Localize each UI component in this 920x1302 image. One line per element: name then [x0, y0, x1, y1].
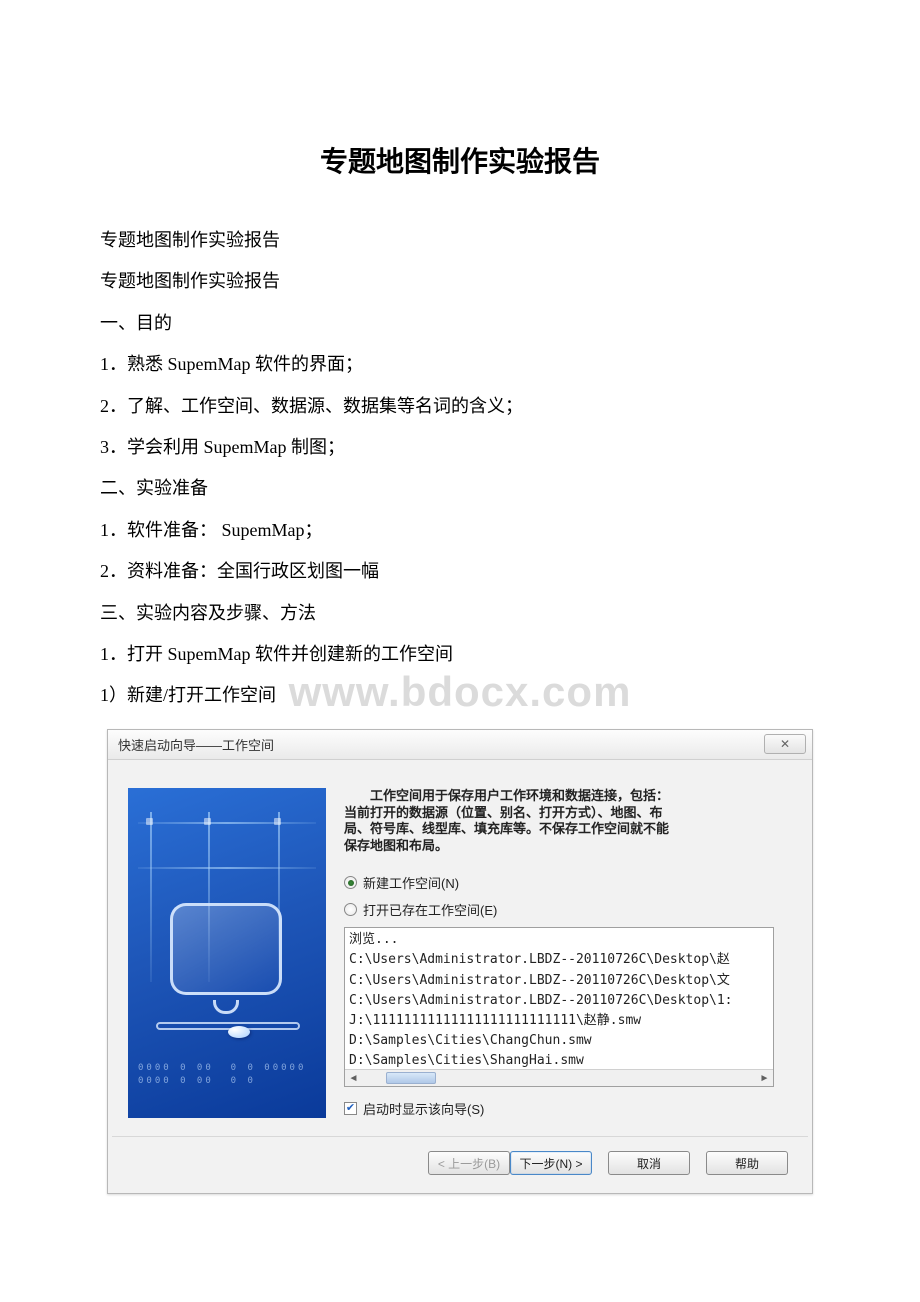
- dialog-titlebar[interactable]: 快速启动向导——工作空间 ✕: [108, 730, 812, 760]
- monitor-icon: [170, 903, 282, 995]
- body-line: 1．熟悉 SupemMap 软件的界面；: [100, 344, 820, 385]
- close-button[interactable]: ✕: [764, 734, 806, 754]
- list-item[interactable]: 浏览...: [349, 930, 769, 950]
- monitor-base-icon: [156, 1022, 300, 1030]
- list-item[interactable]: C:\Users\Administrator.LBDZ--20110726C\D…: [349, 950, 769, 970]
- close-icon: ✕: [780, 737, 790, 751]
- scroll-track[interactable]: [362, 1070, 756, 1086]
- wizard-dialog: 快速启动向导——工作空间 ✕: [107, 729, 813, 1195]
- cancel-button[interactable]: 取消: [608, 1151, 690, 1175]
- desc-part: 当前打开的数据源（位置、别名、打开方式）、地图、布: [344, 805, 663, 820]
- checkbox-label: 启动时显示该向导(S): [363, 1099, 484, 1118]
- dialog-container: 快速启动向导——工作空间 ✕: [100, 729, 820, 1195]
- radio-new-workspace[interactable]: 新建工作空间(N): [344, 873, 792, 892]
- wizard-illustration: 0000 0 00 0 0 000000000 0 00 0 0: [128, 788, 326, 1118]
- body-line: 1）新建/打开工作空间: [100, 675, 820, 716]
- body-line: 专题地图制作实验报告: [100, 220, 820, 261]
- keyboard-pattern: 0000 0 00 0 0 000000000 0 00 0 0: [138, 1062, 318, 1089]
- list-item[interactable]: D:\Samples\Cities\ShangHai.smw: [349, 1051, 769, 1071]
- body-line: 2．了解、工作空间、数据源、数据集等名词的含义；: [100, 386, 820, 427]
- radio-open-workspace[interactable]: 打开已存在工作空间(E): [344, 900, 792, 919]
- body-line: 2．资料准备：全国行政区划图一幅: [100, 551, 820, 592]
- desc-part: 工作空间用于保存用户工作环境和数据连接，包括：: [370, 788, 669, 803]
- scroll-right-icon[interactable]: ►: [756, 1070, 773, 1087]
- desc-part: 保存地图和布局。: [344, 838, 448, 853]
- radio-label: 新建工作空间(N): [363, 873, 459, 892]
- body-line: 3．学会利用 SupemMap 制图；: [100, 427, 820, 468]
- workspace-listbox[interactable]: 浏览... C:\Users\Administrator.LBDZ--20110…: [344, 927, 774, 1087]
- document-title: 专题地图制作实验报告: [100, 140, 820, 180]
- horizontal-scrollbar[interactable]: ◄ ►: [345, 1069, 773, 1086]
- document-page: www.bdocx.com 专题地图制作实验报告 专题地图制作实验报告 专题地图…: [0, 0, 920, 1254]
- show-wizard-checkbox[interactable]: ✔ 启动时显示该向导(S): [344, 1099, 792, 1118]
- prev-button[interactable]: < 上一步(B): [428, 1151, 510, 1175]
- mouse-icon: [228, 1026, 250, 1038]
- dialog-footer: < 上一步(B) 下一步(N) > 取消 帮助: [108, 1137, 812, 1193]
- monitor-stand-icon: [213, 1000, 239, 1014]
- document-body: 专题地图制作实验报告 专题地图制作实验报告 一、目的 1．熟悉 SupemMap…: [100, 220, 820, 717]
- list-item[interactable]: D:\Samples\Cities\ChangChun.smw: [349, 1031, 769, 1051]
- list-item[interactable]: C:\Users\Administrator.LBDZ--20110726C\D…: [349, 971, 769, 991]
- radio-icon: [344, 903, 357, 916]
- body-line: 二、实验准备: [100, 468, 820, 509]
- listbox-items: 浏览... C:\Users\Administrator.LBDZ--20110…: [345, 928, 773, 1087]
- dialog-body: 0000 0 00 0 0 000000000 0 00 0 0 工作空间用于保…: [108, 760, 812, 1137]
- radio-label: 打开已存在工作空间(E): [363, 900, 497, 919]
- body-line: 专题地图制作实验报告: [100, 261, 820, 302]
- help-button[interactable]: 帮助: [706, 1151, 788, 1175]
- next-button[interactable]: 下一步(N) >: [510, 1151, 592, 1175]
- description-text: 工作空间用于保存用户工作环境和数据连接，包括： 当前打开的数据源（位置、别名、打…: [344, 788, 792, 856]
- radio-icon: [344, 876, 357, 889]
- body-line: 一、目的: [100, 303, 820, 344]
- scroll-left-icon[interactable]: ◄: [345, 1070, 362, 1087]
- list-item[interactable]: C:\Users\Administrator.LBDZ--20110726C\D…: [349, 991, 769, 1011]
- scroll-thumb[interactable]: [386, 1072, 436, 1084]
- form-area: 工作空间用于保存用户工作环境和数据连接，包括： 当前打开的数据源（位置、别名、打…: [344, 788, 792, 1119]
- body-line: 三、实验内容及步骤、方法: [100, 593, 820, 634]
- list-item[interactable]: J:\11111111111111111111111111\赵静.smw: [349, 1011, 769, 1031]
- checkbox-icon: ✔: [344, 1102, 357, 1115]
- body-line: 1．软件准备： SupemMap；: [100, 510, 820, 551]
- desc-part: 局、符号库、线型库、填充库等。不保存工作空间就不能: [344, 821, 669, 836]
- body-line: 1．打开 SupemMap 软件并创建新的工作空间: [100, 634, 820, 675]
- dialog-title: 快速启动向导——工作空间: [118, 735, 274, 754]
